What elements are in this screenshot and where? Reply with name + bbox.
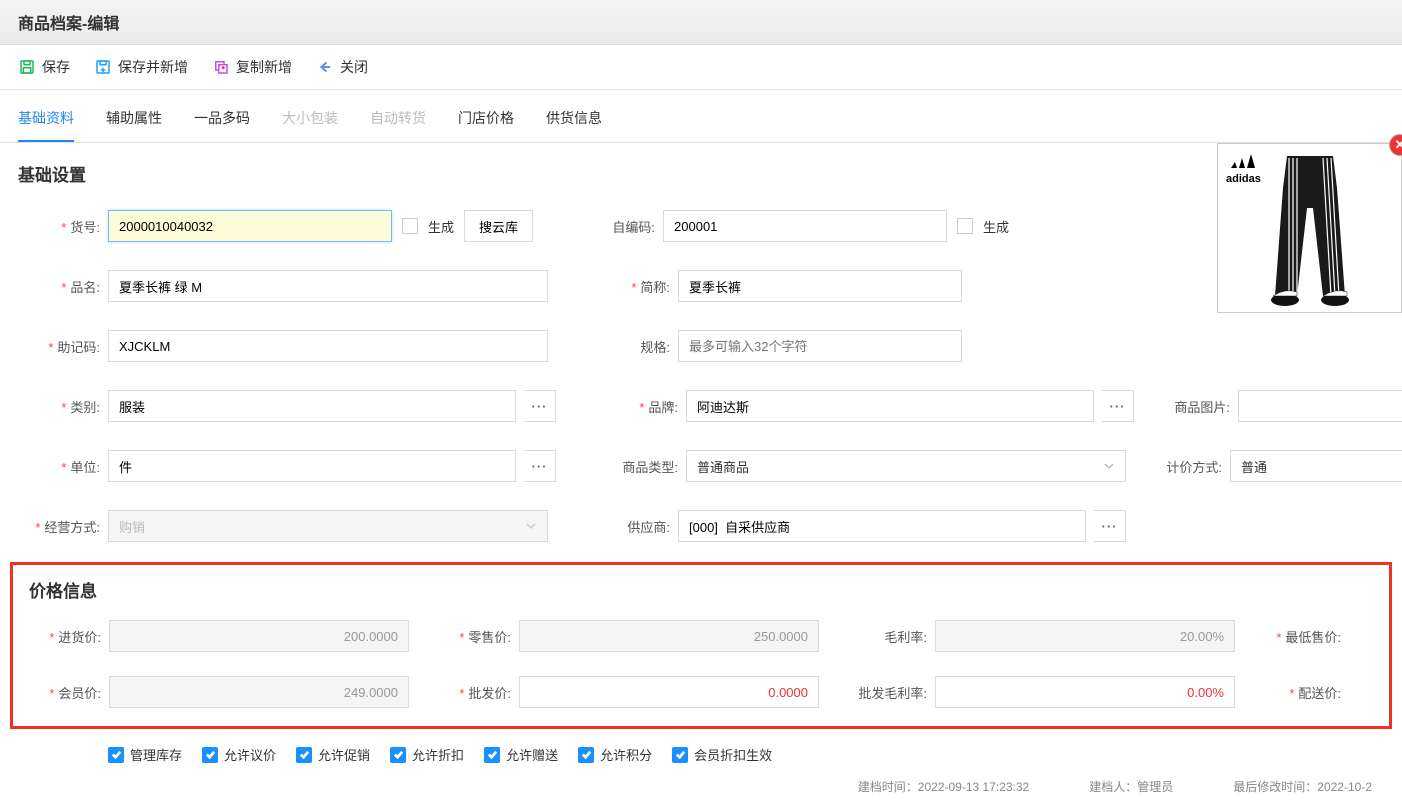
supplier-picker-button[interactable]: ···	[1094, 510, 1126, 542]
label-whole-margin: 批发毛利率:	[857, 683, 927, 702]
label-brand: 品牌:	[596, 397, 678, 416]
unit-input[interactable]	[108, 450, 516, 482]
label-selfcode: 自编码:	[573, 217, 655, 236]
label-spec: 规格:	[588, 337, 670, 356]
section-price-info: 价格信息	[21, 573, 1381, 612]
close-button[interactable]: 关闭	[316, 57, 368, 77]
wholesale-input[interactable]	[519, 676, 819, 708]
code-input[interactable]	[108, 210, 392, 242]
member-input[interactable]	[109, 676, 409, 708]
label-member: 会员价:	[25, 683, 101, 702]
save-button[interactable]: 保存	[18, 57, 70, 77]
tab-supply[interactable]: 供货信息	[546, 94, 602, 142]
product-type-select[interactable]: 普通商品	[686, 450, 1126, 482]
save-new-icon	[94, 58, 112, 76]
close-icon	[316, 58, 334, 76]
label-generate2: 生成	[983, 217, 1009, 236]
label-generate1: 生成	[428, 217, 454, 236]
label-code: 货号:	[18, 217, 100, 236]
product-image-input[interactable]	[1238, 390, 1402, 422]
tab-auto: 自动转货	[370, 94, 426, 142]
footer-info: 建档时间：2022-09-13 17:23:32 建档人：管理员 最后修改时间：…	[0, 768, 1402, 805]
spec-input[interactable]	[678, 330, 962, 362]
label-mnemonic: 助记码:	[18, 337, 100, 356]
label-purchase: 进货价:	[25, 627, 101, 646]
page-title: 商品档案-编辑	[0, 0, 1402, 45]
cb-promo[interactable]: 允许促销	[296, 745, 370, 764]
label-retail: 零售价:	[447, 627, 511, 646]
label-min-price: 最低售价:	[1265, 627, 1341, 646]
label-product-image: 商品图片:	[1166, 397, 1230, 416]
pricing-method-select[interactable]: 普通	[1230, 450, 1402, 482]
generate-code-checkbox[interactable]	[402, 218, 418, 234]
tab-aux[interactable]: 辅助属性	[106, 94, 162, 142]
tabs: 基础资料 辅助属性 一品多码 大小包装 自动转货 门店价格 供货信息	[0, 94, 1402, 143]
chevron-down-icon	[525, 520, 537, 532]
label-product-type: 商品类型:	[596, 457, 678, 476]
product-image[interactable]: adidas ✕	[1217, 143, 1402, 313]
label-margin: 毛利率:	[857, 627, 927, 646]
label-pricing-method: 计价方式:	[1158, 457, 1222, 476]
adidas-logo: adidas	[1226, 152, 1261, 185]
margin-input	[935, 620, 1235, 652]
biz-mode-select: 购销	[108, 510, 548, 542]
purchase-input[interactable]	[109, 620, 409, 652]
copy-icon	[212, 58, 230, 76]
supplier-input[interactable]	[678, 510, 1086, 542]
whole-margin-input	[935, 676, 1235, 708]
brand-input[interactable]	[686, 390, 1094, 422]
short-input[interactable]	[678, 270, 962, 302]
brand-picker-button[interactable]: ···	[1102, 390, 1134, 422]
cb-points[interactable]: 允许积分	[578, 745, 652, 764]
tab-multi[interactable]: 一品多码	[194, 94, 250, 142]
generate-selfcode-checkbox[interactable]	[957, 218, 973, 234]
price-section: 价格信息 进货价: 零售价: 毛利率: 最低售价: 会员价: 批发价: 批发毛利…	[10, 562, 1392, 729]
label-name: 品名:	[18, 277, 100, 296]
tab-basic[interactable]: 基础资料	[18, 94, 74, 142]
mnemonic-input[interactable]	[108, 330, 548, 362]
retail-input[interactable]	[519, 620, 819, 652]
label-wholesale: 批发价:	[447, 683, 511, 702]
label-short: 简称:	[588, 277, 670, 296]
tab-store-price[interactable]: 门店价格	[458, 94, 514, 142]
save-icon	[18, 58, 36, 76]
chevron-down-icon	[1103, 460, 1115, 472]
copy-new-button[interactable]: 复制新增	[212, 57, 292, 77]
toolbar: 保存 保存并新增 复制新增 关闭	[0, 45, 1402, 90]
product-image-panel: adidas ✕ 图 1. 2.	[1217, 143, 1402, 313]
cb-stock[interactable]: 管理库存	[108, 745, 182, 764]
label-biz-mode: 经营方式:	[18, 517, 100, 536]
cb-gift[interactable]: 允许赠送	[484, 745, 558, 764]
search-cloud-button[interactable]: 搜云库	[464, 210, 533, 242]
cb-discount[interactable]: 允许折扣	[390, 745, 464, 764]
cb-member-disc[interactable]: 会员折扣生效	[672, 745, 772, 764]
cb-negotiate[interactable]: 允许议价	[202, 745, 276, 764]
section-basic-settings: 基础设置	[0, 143, 1402, 194]
name-input[interactable]	[108, 270, 548, 302]
save-and-new-button[interactable]: 保存并新增	[94, 57, 188, 77]
label-delivery: 配送价:	[1265, 683, 1341, 702]
label-category: 类别:	[18, 397, 100, 416]
label-supplier: 供应商:	[588, 517, 670, 536]
selfcode-input[interactable]	[663, 210, 947, 242]
category-input[interactable]	[108, 390, 516, 422]
label-unit: 单位:	[18, 457, 100, 476]
unit-picker-button[interactable]: ···	[524, 450, 556, 482]
tab-package: 大小包装	[282, 94, 338, 142]
category-picker-button[interactable]: ···	[524, 390, 556, 422]
